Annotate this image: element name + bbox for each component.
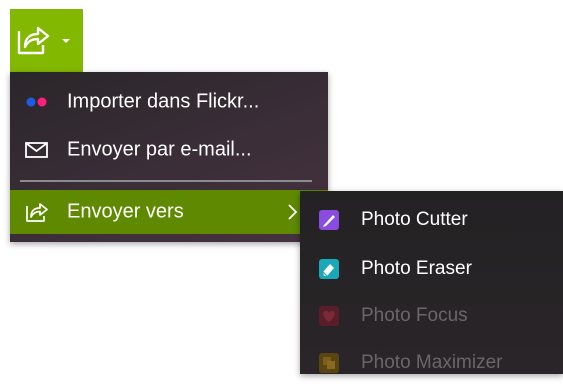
share-icon bbox=[26, 203, 48, 222]
photo-focus-icon bbox=[319, 306, 339, 326]
menu-item-flickr[interactable]: Importer dans Flickr... bbox=[10, 80, 328, 124]
submenu-item-label: Photo Cutter bbox=[361, 209, 468, 230]
share-menu: Importer dans Flickr... Envoyer par e-ma… bbox=[10, 72, 328, 242]
menu-item-label: Importer dans Flickr... bbox=[67, 90, 260, 113]
share-button[interactable] bbox=[10, 9, 83, 72]
submenu-item-photo-cutter[interactable]: Photo Cutter bbox=[300, 197, 563, 243]
flickr-icon bbox=[26, 97, 47, 107]
caret-down-icon bbox=[62, 39, 70, 43]
submenu-item-label: Photo Focus bbox=[361, 305, 468, 326]
submenu-item-photo-maximizer[interactable]: Photo Maximizer bbox=[300, 340, 563, 386]
menu-separator bbox=[20, 180, 312, 182]
submenu-item-photo-eraser[interactable]: Photo Eraser bbox=[300, 246, 563, 292]
submenu-item-label: Photo Eraser bbox=[361, 258, 472, 279]
menu-item-send-to[interactable]: Envoyer vers bbox=[10, 190, 328, 234]
menu-item-email[interactable]: Envoyer par e-mail... bbox=[10, 128, 328, 172]
share-icon bbox=[17, 26, 50, 55]
chevron-right-icon bbox=[288, 204, 298, 220]
submenu-item-photo-focus[interactable]: Photo Focus bbox=[300, 293, 563, 339]
photo-maximizer-icon bbox=[319, 353, 339, 373]
send-to-submenu: Photo Cutter Photo Eraser Photo Focus Ph… bbox=[300, 191, 563, 374]
envelope-icon bbox=[25, 142, 48, 158]
menu-item-label: Envoyer vers bbox=[67, 200, 184, 223]
submenu-item-label: Photo Maximizer bbox=[361, 352, 503, 373]
photo-eraser-icon bbox=[319, 259, 339, 279]
photo-cutter-icon bbox=[319, 210, 339, 230]
menu-item-label: Envoyer par e-mail... bbox=[67, 138, 252, 161]
